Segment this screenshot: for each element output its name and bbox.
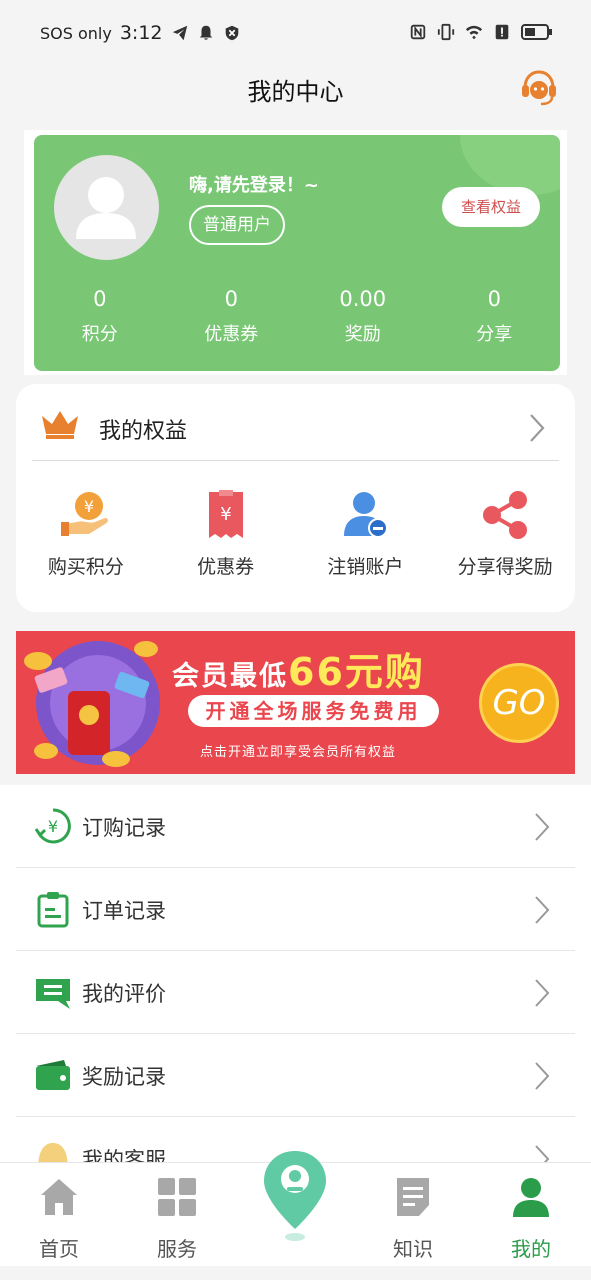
- benefit-label: 优惠券: [197, 556, 255, 578]
- lucky-wheel-illustration: [24, 641, 160, 767]
- coupon-icon: ¥: [208, 490, 243, 538]
- banner-caption: 点击开通立即享受会员所有权益: [200, 745, 397, 760]
- stats-row: 0 积分 0 优惠券 0.00 奖励 0 分享: [34, 287, 560, 346]
- nfc-icon: [410, 24, 426, 40]
- clock: 3:12: [119, 22, 163, 44]
- chevron-right-icon: [535, 813, 550, 841]
- stat-value: 0: [487, 287, 501, 311]
- nav-label: 知识: [393, 1237, 433, 1261]
- profile-card: 嗨,请先登录！~ 普通用户 查看权益 0 积分 0 优惠券 0.00 奖励 0 …: [34, 135, 560, 371]
- stat-label: 奖励: [344, 324, 381, 345]
- login-prompt[interactable]: 嗨,请先登录！~: [189, 171, 319, 197]
- benefit-label: 注销账户: [327, 556, 404, 578]
- benefit-share[interactable]: 分享得奖励: [435, 488, 575, 579]
- nav-home[interactable]: 首页: [14, 1175, 104, 1262]
- menu-label: 奖励记录: [82, 1065, 166, 1089]
- review-icon: [36, 979, 70, 1009]
- nav-label: 首页: [39, 1237, 79, 1261]
- user-icon: [513, 1178, 549, 1217]
- cancel-account-icon: [344, 492, 389, 538]
- menu-list: ¥ 订购记录 订单记录 我的评价 奖励记录 我的客服: [0, 785, 591, 1165]
- svg-text:¥: ¥: [220, 504, 231, 525]
- svg-text:¥: ¥: [48, 817, 58, 836]
- system-home-bar: [0, 1266, 591, 1280]
- shield-icon: [225, 25, 238, 41]
- menu-item-subscription-records[interactable]: ¥ 订购记录: [16, 785, 575, 868]
- headline-prefix: 会员最低: [172, 661, 288, 692]
- nav-label: 我的: [511, 1237, 551, 1261]
- menu-item-order-records[interactable]: 订单记录: [16, 868, 575, 951]
- stat-label: 分享: [476, 324, 513, 345]
- chevron-right-icon: [535, 979, 550, 1007]
- stat-value: 0: [93, 287, 107, 311]
- battery-icon: [521, 24, 552, 40]
- status-bar: SOS only 3:12: [0, 0, 591, 64]
- nav-services[interactable]: 服务: [132, 1175, 222, 1262]
- benefits-card: 我的权益 ¥ 购买积分 ¥ 优惠券 注销账户 分享得奖励: [16, 384, 575, 612]
- customer-support-icon[interactable]: [519, 68, 559, 108]
- default-avatar-icon: [76, 177, 136, 239]
- benefit-coupon[interactable]: ¥ 优惠券: [156, 488, 296, 579]
- page-header: 我的中心: [0, 64, 591, 122]
- bottom-navigation: 首页 服务 知识 我的: [0, 1151, 591, 1266]
- crown-icon: [42, 411, 78, 439]
- headline-highlight: 66元购: [288, 650, 425, 694]
- profile-card-wrapper: 嗨,请先登录！~ 普通用户 查看权益 0 积分 0 优惠券 0.00 奖励 0 …: [24, 130, 567, 375]
- benefits-header[interactable]: 我的权益: [16, 384, 575, 462]
- menu-label: 订单记录: [82, 899, 166, 923]
- benefits-grid: ¥ 购买积分 ¥ 优惠券 注销账户 分享得奖励: [16, 488, 575, 579]
- chevron-right-icon: [535, 896, 550, 924]
- buy-points-icon: ¥: [60, 492, 108, 536]
- benefit-label: 购买积分: [47, 556, 124, 578]
- home-icon: [41, 1179, 77, 1215]
- order-record-icon: [37, 892, 69, 928]
- menu-label: 订购记录: [82, 816, 166, 840]
- telegram-icon: [172, 25, 187, 41]
- go-button[interactable]: GO: [479, 663, 559, 743]
- nav-label: 服务: [157, 1237, 197, 1261]
- subscription-record-icon: ¥: [34, 808, 71, 844]
- banner-subtitle: 开通全场服务免费用: [188, 695, 439, 727]
- chevron-right-icon: [530, 414, 545, 442]
- benefits-title: 我的权益: [99, 419, 188, 444]
- menu-item-reward-records[interactable]: 奖励记录: [16, 1034, 575, 1117]
- decorative-circle: [460, 135, 560, 195]
- wallet-icon: [36, 1060, 70, 1090]
- menu-item-my-reviews[interactable]: 我的评价: [16, 951, 575, 1034]
- benefit-label: 分享得奖励: [457, 556, 553, 578]
- benefit-buy-points[interactable]: ¥ 购买积分: [16, 488, 156, 579]
- banner-headline: 会员最低66元购: [172, 641, 425, 696]
- nav-knowledge[interactable]: 知识: [368, 1175, 458, 1262]
- stat-points[interactable]: 0 积分: [34, 287, 166, 346]
- stat-shares[interactable]: 0 分享: [429, 287, 561, 346]
- stat-rewards[interactable]: 0.00 奖励: [297, 287, 429, 346]
- svg-text:¥: ¥: [84, 497, 94, 516]
- vibrate-icon: [437, 23, 455, 41]
- nav-me[interactable]: 我的: [486, 1175, 576, 1262]
- bell-icon: [199, 25, 212, 40]
- benefit-cancel-account[interactable]: 注销账户: [296, 488, 436, 579]
- user-type-badge: 普通用户: [189, 205, 285, 245]
- divider: [32, 460, 559, 461]
- wifi-icon: [465, 25, 483, 40]
- menu-label: 我的评价: [82, 982, 166, 1006]
- stat-value: 0.00: [339, 287, 387, 311]
- stat-value: 0: [224, 287, 238, 311]
- document-icon: [397, 1178, 429, 1216]
- membership-promo-banner[interactable]: 会员最低66元购 开通全场服务免费用 点击开通立即享受会员所有权益 GO: [16, 631, 575, 774]
- alert-icon: [495, 24, 509, 40]
- avatar[interactable]: [54, 155, 159, 260]
- share-icon: [483, 491, 528, 539]
- location-pin-button[interactable]: [262, 1149, 328, 1245]
- stat-label: 优惠券: [204, 324, 259, 345]
- chevron-right-icon: [535, 1062, 550, 1090]
- stat-label: 积分: [81, 324, 118, 345]
- page-title: 我的中心: [247, 78, 344, 106]
- view-benefits-button[interactable]: 查看权益: [442, 187, 540, 227]
- carrier-text: SOS only: [40, 23, 112, 43]
- grid-icon: [158, 1178, 196, 1216]
- stat-coupons[interactable]: 0 优惠券: [166, 287, 298, 346]
